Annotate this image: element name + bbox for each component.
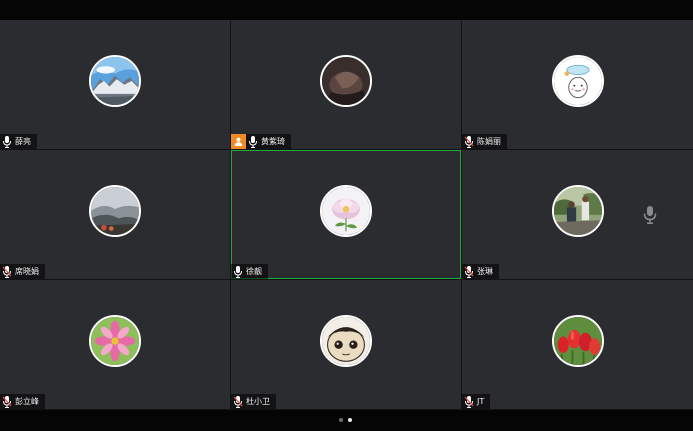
name-tag: 杜小卫 [231, 394, 276, 409]
name-tag: 徐靓 [231, 264, 268, 279]
cartoon-face-image [322, 316, 370, 365]
name-tag: 张琳 [462, 264, 499, 279]
participant-name: 黄紫琦 [261, 137, 285, 146]
microphone-icon [233, 265, 243, 278]
participant-tile[interactable]: 杜小卫 [231, 280, 461, 409]
participant-name: 彭立峰 [15, 397, 39, 406]
name-tag: 黄紫琦 [231, 134, 291, 149]
participant-tile[interactable]: 黄紫琦 [231, 20, 461, 149]
red-tulips-image [553, 316, 602, 365]
microphone-icon [643, 206, 657, 224]
avatar [89, 54, 141, 107]
avatar [551, 314, 604, 367]
person-icon [234, 137, 243, 146]
dark-photo-image [322, 56, 370, 105]
muted-microphone-icon [464, 395, 474, 408]
page-indicator[interactable] [339, 418, 352, 422]
cartoon-character-image [553, 56, 602, 105]
participant-tile[interactable]: 张琳 [462, 150, 693, 279]
participant-tile[interactable]: JT [462, 280, 693, 409]
avatar [320, 54, 372, 107]
page-dot-1[interactable] [339, 418, 343, 422]
name-tag: 席晓娟 [0, 264, 45, 279]
participant-tile[interactable]: 薛亮 [0, 20, 230, 149]
misty-mountains-image [91, 186, 139, 235]
avatar [320, 314, 372, 367]
participant-name: 徐靓 [246, 267, 262, 276]
muted-microphone-icon [2, 395, 12, 408]
participant-name: 陈娟丽 [477, 137, 501, 146]
name-tag: 薛亮 [0, 134, 37, 149]
avatar [89, 184, 141, 237]
meeting-screen: 薛亮 黄紫琦 陈娟丽 席晓娟 徐靓 张琳 彭立峰 杜小卫 JT [0, 0, 693, 431]
name-tag: JT [462, 394, 491, 409]
microphone-icon [248, 135, 258, 148]
participant-name: JT [477, 397, 485, 406]
muted-microphone-icon [464, 135, 474, 148]
avatar [320, 184, 372, 237]
participant-grid: 薛亮 黄紫琦 陈娟丽 席晓娟 徐靓 张琳 彭立峰 杜小卫 JT [0, 20, 693, 410]
participant-tile[interactable]: 席晓娟 [0, 150, 230, 279]
participant-tile[interactable]: 陈娟丽 [462, 20, 693, 149]
muted-microphone-icon [464, 265, 474, 278]
mountain-landscape-image [91, 56, 139, 105]
microphone-icon [2, 135, 12, 148]
participant-tile[interactable]: 彭立峰 [0, 280, 230, 409]
bottom-bar [0, 410, 693, 431]
participant-name: 张琳 [477, 267, 493, 276]
pink-cosmos-flower-image [91, 316, 139, 365]
avatar [89, 314, 141, 367]
avatar [551, 54, 604, 107]
peony-flower-image [322, 186, 370, 235]
page-dot-2-current[interactable] [348, 418, 352, 422]
participant-name: 杜小卫 [246, 397, 270, 406]
muted-microphone-icon [2, 265, 12, 278]
muted-microphone-icon [233, 395, 243, 408]
avatar [551, 184, 604, 237]
name-tag: 彭立峰 [0, 394, 45, 409]
participant-tile-active-speaker[interactable]: 徐靓 [231, 150, 461, 279]
participant-name: 薛亮 [15, 137, 31, 146]
host-badge [231, 134, 246, 149]
top-bar [0, 0, 693, 20]
name-tag: 陈娟丽 [462, 134, 507, 149]
participant-name: 席晓娟 [15, 267, 39, 276]
people-outdoors-image [553, 186, 602, 235]
